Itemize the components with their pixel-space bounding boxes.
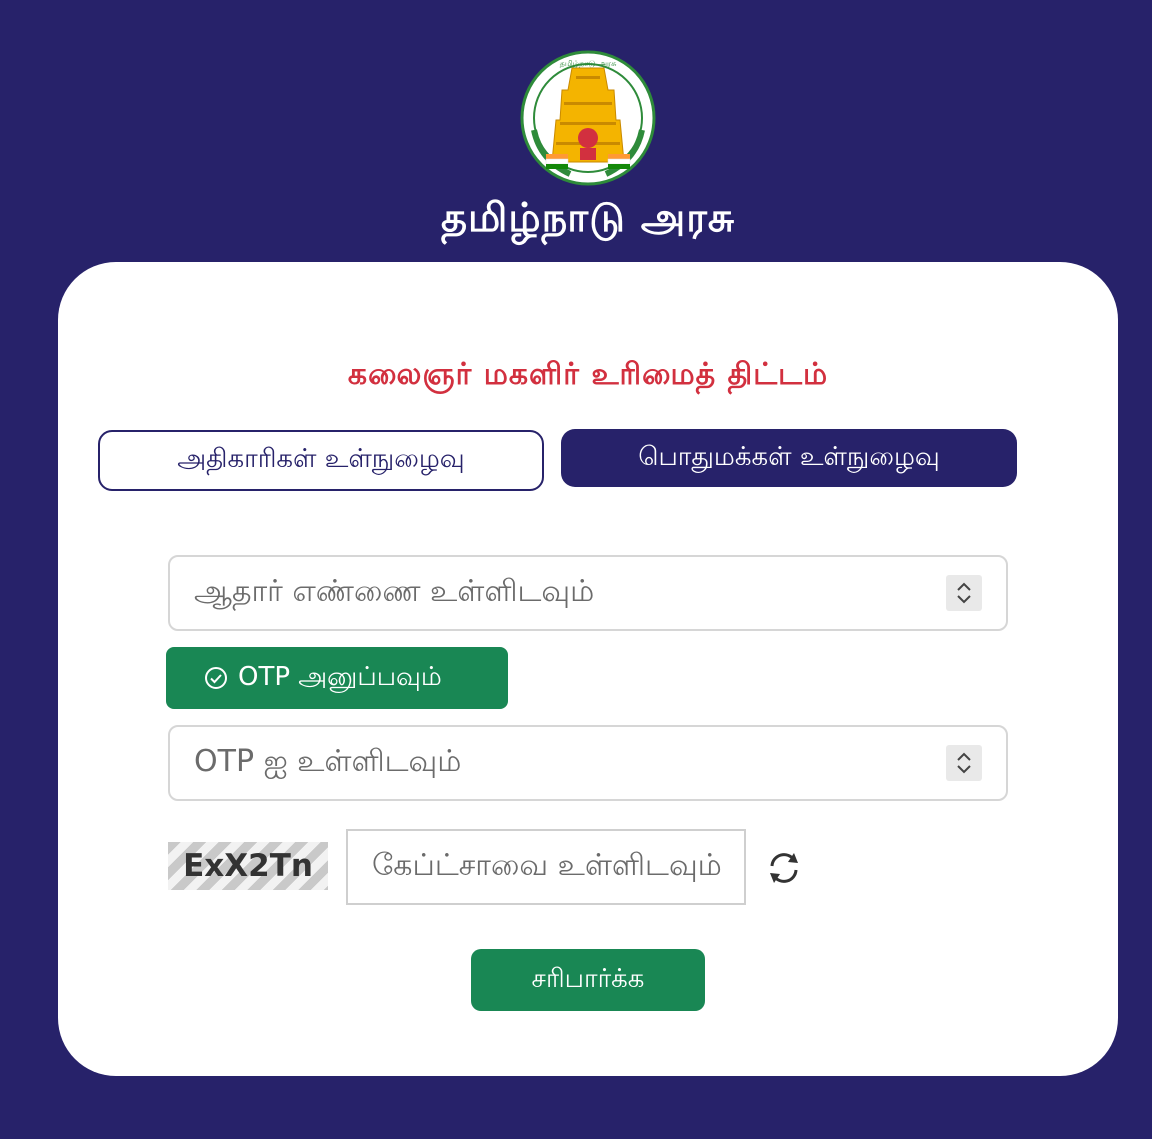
tamil-nadu-emblem-icon: தமிழ்நாடு அரசு bbox=[520, 50, 656, 186]
captcha-input[interactable]: கேப்ட்சாவை உள்ளிடவும் bbox=[346, 829, 746, 905]
aadhaar-placeholder: ஆதார் எண்ணை உள்ளிடவும் bbox=[194, 573, 595, 609]
verify-button[interactable]: சரிபார்க்க bbox=[471, 949, 705, 1011]
chevron-up-down-icon bbox=[957, 752, 971, 774]
otp-placeholder: OTP ஐ உள்ளிடவும் bbox=[194, 743, 462, 779]
tab-officers-login[interactable]: அதிகாரிகள் உள்நுழைவு bbox=[98, 430, 544, 491]
check-circle-icon bbox=[205, 667, 227, 689]
captcha-image: ExX2Tn bbox=[168, 842, 328, 890]
state-title: தமிழ்நாடு அரசு bbox=[440, 195, 736, 241]
tab-public-label: பொதுமக்கள் உள்நுழைவு bbox=[638, 441, 940, 472]
send-otp-label: OTP அனுப்பவும் bbox=[238, 661, 442, 692]
captcha-placeholder: கேப்ட்சாவை உள்ளிடவும் bbox=[372, 847, 722, 883]
refresh-captcha-icon[interactable] bbox=[764, 848, 804, 888]
otp-input[interactable]: OTP ஐ உள்ளிடவும் bbox=[168, 725, 1008, 801]
number-spinner[interactable] bbox=[946, 575, 982, 611]
scheme-title: கலைஞர் மகளிர் உரிமைத் திட்டம் bbox=[347, 357, 829, 392]
chevron-up-down-icon bbox=[957, 582, 971, 604]
tab-officers-label: அதிகாரிகள் உள்நுழைவு bbox=[177, 444, 465, 474]
svg-text:தமிழ்நாடு அரசு: தமிழ்நாடு அரசு bbox=[560, 59, 618, 68]
verify-label: சரிபார்க்க bbox=[531, 963, 645, 994]
tab-public-login[interactable]: பொதுமக்கள் உள்நுழைவு bbox=[561, 429, 1017, 487]
login-card: கலைஞர் மகளிர் உரிமைத் திட்டம் அதிகாரிகள்… bbox=[58, 262, 1118, 1076]
aadhaar-input[interactable]: ஆதார் எண்ணை உள்ளிடவும் bbox=[168, 555, 1008, 631]
send-otp-button[interactable]: OTP அனுப்பவும் bbox=[166, 647, 508, 709]
number-spinner[interactable] bbox=[946, 745, 982, 781]
